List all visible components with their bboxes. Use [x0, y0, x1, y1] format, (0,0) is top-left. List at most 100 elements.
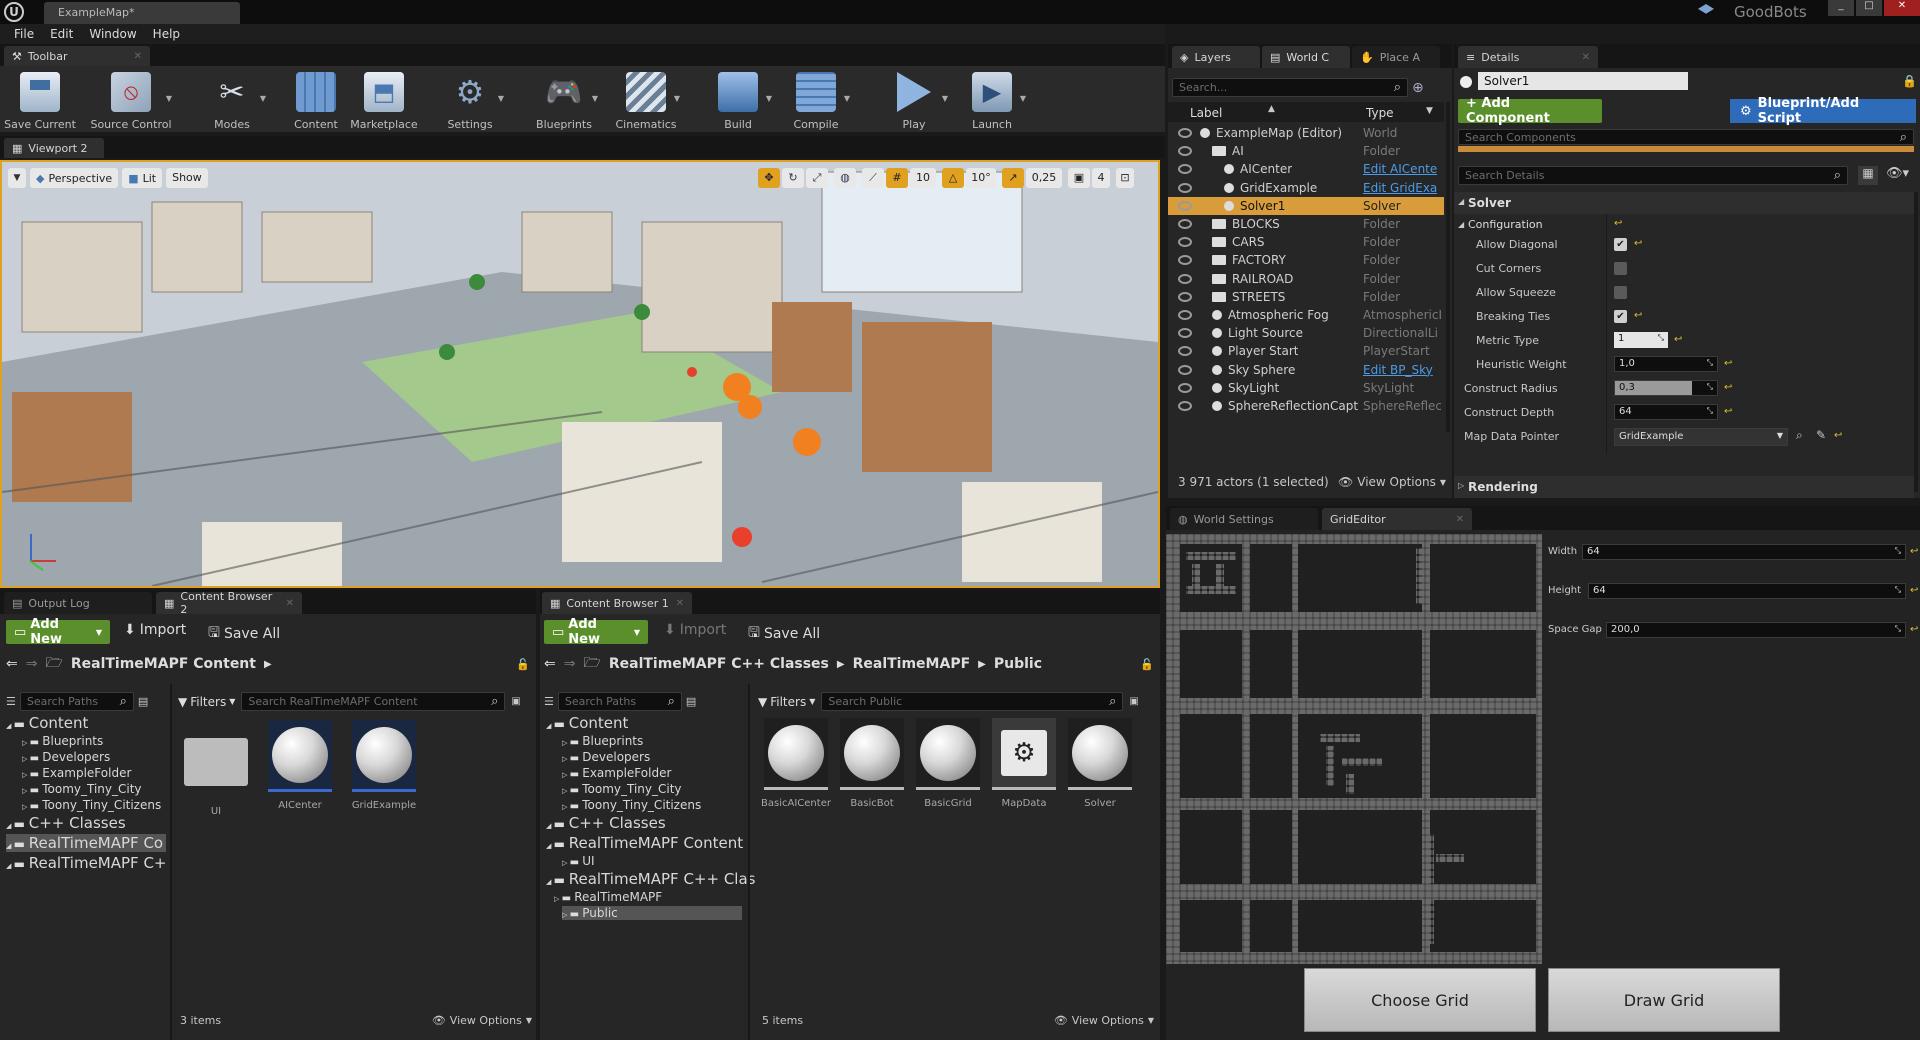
section-rendering-header[interactable]: ▷ Rendering [1454, 476, 1914, 498]
import-button[interactable]: ⬇ Import [124, 622, 186, 638]
view-options-button[interactable]: 👁 View Options ▼ [432, 1014, 532, 1027]
height-input[interactable]: 64 ⤡ [1588, 583, 1906, 599]
visibility-eye-icon[interactable] [1178, 146, 1192, 157]
menu-window[interactable]: Window [81, 27, 144, 41]
visibility-eye-icon[interactable] [1178, 200, 1192, 211]
tree-item[interactable]: ◢ ▬ Content [6, 714, 88, 732]
tab-viewport[interactable]: ▦ Viewport 2 [4, 138, 104, 158]
grid-snap-value[interactable]: 10 [910, 168, 936, 188]
dropdown-caret-icon[interactable]: ▼ [1020, 94, 1026, 103]
scale-icon[interactable]: ⤢ [806, 168, 828, 188]
reset-arrow-icon[interactable]: ↩ [1910, 546, 1918, 557]
tree-expand-icon[interactable]: ▷ [22, 739, 30, 747]
outliner-row[interactable]: FACTORY Folder [1168, 251, 1444, 269]
map-tab[interactable]: ExampleMap* [44, 2, 240, 24]
source-control-button[interactable]: ⦸ Source Control ▼ [88, 70, 174, 140]
graduation-cap-icon[interactable] [1698, 4, 1714, 14]
close-icon[interactable]: ✕ [676, 598, 684, 609]
blueprint-add-script-button[interactable]: ⚙ Blueprint/Add Script [1730, 96, 1916, 126]
visibility-eye-icon[interactable] [1178, 255, 1192, 266]
browse-search-icon[interactable]: ⌕ [1796, 428, 1803, 443]
allow-squeeze-checkbox[interactable] [1614, 286, 1627, 299]
close-icon[interactable]: ✕ [1456, 514, 1464, 525]
search-paths-input[interactable]: Search Paths ⌕ [557, 692, 682, 711]
outliner-row[interactable]: AI Folder [1168, 142, 1444, 160]
close-icon[interactable]: ✕ [286, 598, 294, 609]
outliner-row[interactable]: ExampleMap (Editor) World [1168, 124, 1444, 142]
visibility-eye-icon[interactable] [1178, 364, 1192, 375]
rotation-snap-value[interactable]: 10° [966, 168, 996, 188]
edit-blueprint-link[interactable]: Edit BP_Sky [1363, 363, 1433, 377]
back-icon[interactable]: ⇐ [6, 656, 18, 672]
outliner-row[interactable]: Light Source DirectionalLi [1168, 324, 1444, 342]
history-icon[interactable]: ▣ [1129, 696, 1138, 707]
asset-mapdata[interactable]: ⚙ MapData [986, 718, 1062, 809]
visibility-eye-icon[interactable] [1178, 346, 1192, 357]
reset-arrow-icon[interactable]: ↩ [1614, 218, 1622, 229]
translate-icon[interactable]: ✥ [758, 168, 780, 188]
asset-basicbot[interactable]: BasicBot [834, 718, 910, 809]
menu-file[interactable]: File [6, 27, 42, 41]
modes-button[interactable]: ✂ Modes ▼ [196, 70, 268, 140]
perspective-button[interactable]: ◆ Perspective [30, 168, 119, 188]
lock-icon[interactable]: 🔓 [516, 658, 530, 671]
maximize-viewport-icon[interactable]: ⊡ [1116, 168, 1134, 188]
tab-content-browser-2[interactable]: ▦ Content Browser 2 ✕ [156, 590, 302, 616]
scale-snap-value[interactable]: 0,25 [1026, 168, 1062, 188]
tree-item[interactable]: ▷ ▬ Blueprints [22, 734, 103, 748]
outliner-row[interactable]: Player Start PlayerStart [1168, 342, 1444, 360]
actor-name-field[interactable]: Solver1 [1478, 72, 1688, 90]
width-input[interactable]: 64 ⤡ [1582, 544, 1906, 560]
view-options-button[interactable]: 👁 View Options ▼ [1054, 1014, 1154, 1027]
outliner-row[interactable]: Sky Sphere Edit BP_Sky [1168, 361, 1444, 379]
viewport-options-dropdown[interactable]: ▼ [8, 168, 26, 188]
tree-expand-icon[interactable]: ◢ [546, 842, 554, 850]
visibility-eye-icon[interactable] [1178, 291, 1192, 302]
import-button[interactable]: ⬇ Import [664, 622, 726, 638]
save-current-button[interactable]: Save Current [4, 70, 76, 140]
add-new-button[interactable]: ▭ Add New ▼ [6, 617, 110, 647]
path-segment[interactable]: RealTimeMAPF C++ Classes [609, 656, 829, 672]
reset-arrow-icon[interactable]: ↩ [1724, 382, 1732, 393]
reset-arrow-icon[interactable]: ↩ [1724, 358, 1732, 369]
visibility-eye-icon[interactable] [1178, 219, 1192, 229]
construct-radius-slider[interactable]: 0,3 ⤡ [1614, 380, 1718, 396]
filters-button[interactable]: ▼ Filters ▼ [758, 695, 815, 709]
marketplace-button[interactable]: ⬒ Marketplace [348, 70, 420, 140]
tree-item[interactable]: ◢ ▬ C++ Classes [546, 814, 666, 832]
view-options-eye-icon[interactable]: 👁▾ [1886, 166, 1909, 181]
dropdown-caret-icon[interactable]: ▼ [674, 94, 680, 103]
outliner-row[interactable]: GridExample Edit GridExa [1168, 179, 1444, 197]
camera-speed-icon[interactable]: ▣ [1068, 168, 1090, 188]
tab-world-outliner[interactable]: ▤ World C [1262, 46, 1350, 68]
close-icon[interactable]: ✕ [1582, 52, 1590, 63]
maximize-icon[interactable]: □ [1856, 0, 1882, 16]
search-details-input[interactable]: Search Details ⌕ [1458, 166, 1848, 185]
tab-details[interactable]: ≡ Details ✕ [1458, 46, 1598, 68]
visibility-eye-icon[interactable] [1178, 128, 1192, 138]
back-icon[interactable]: ⇐ [544, 656, 556, 672]
tree-expand-icon[interactable]: ◢ [6, 722, 14, 730]
sources-icon[interactable]: ☰ [544, 695, 554, 708]
tree-expand-icon[interactable]: ▷ [562, 911, 570, 919]
tree-item[interactable]: ◢ ▬ C++ Classes [6, 814, 126, 832]
visibility-eye-icon[interactable] [1178, 310, 1192, 320]
property-matrix-icon[interactable]: ▦ [1858, 166, 1878, 185]
tree-item[interactable]: ▷ ▬ Developers [22, 750, 110, 764]
history-icon[interactable]: ▣ [511, 696, 520, 707]
settings-button[interactable]: ⚙ Settings ▼ [434, 70, 506, 140]
play-button[interactable]: Play ▼ [878, 70, 950, 140]
visibility-eye-icon[interactable] [1178, 382, 1192, 393]
tree-item[interactable]: ◢ ▬ RealTimeMAPF Co [6, 834, 166, 852]
tree-expand-icon[interactable]: ▷ [22, 803, 30, 811]
grid-snap-icon[interactable]: # [886, 168, 908, 188]
sources-divider[interactable] [170, 684, 172, 1040]
tab-world-settings[interactable]: ◍ World Settings [1170, 508, 1318, 530]
tab-layers[interactable]: ◈ Layers [1172, 46, 1260, 68]
draw-grid-button[interactable]: Draw Grid [1548, 968, 1780, 1032]
reset-arrow-icon[interactable]: ↩ [1634, 310, 1642, 321]
tree-item[interactable]: ▷ ▬ UI [562, 854, 595, 868]
search-content-input[interactable]: Search RealTimeMAPF Content ⌕ [241, 692, 506, 711]
outliner-row[interactable]: SphereReflectionCaptu SphereReflec [1168, 397, 1444, 415]
col-label-header[interactable]: Label [1190, 106, 1222, 120]
